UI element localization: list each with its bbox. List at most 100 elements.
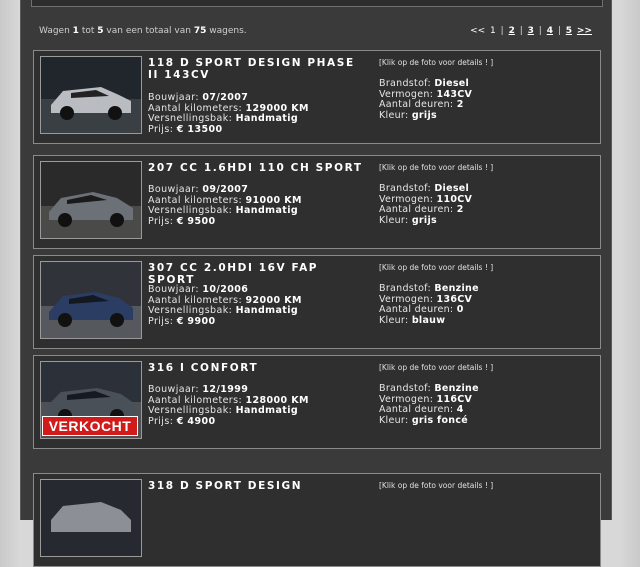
- price-value: € 4900: [176, 415, 216, 427]
- year-value: 07/2007: [202, 92, 249, 103]
- color-label: Kleur:: [379, 414, 409, 426]
- car-photo[interactable]: [40, 56, 142, 134]
- power-value: 116CV: [436, 393, 473, 405]
- details-hint[interactable]: [Klik op de foto voor details ! ]: [379, 263, 493, 272]
- pager-current-page: 1: [490, 26, 496, 36]
- top-box: [31, 0, 603, 7]
- details-hint[interactable]: [Klik op de foto voor details ! ]: [379, 363, 493, 372]
- car-title: 307 CC 2.0HDI 16V FAP SPORT: [148, 262, 319, 286]
- gear-value: Handmatig: [235, 305, 299, 317]
- pager-page-link[interactable]: 5: [566, 26, 572, 36]
- car-title: 316 I CONFORT: [148, 362, 259, 374]
- car-listing: 207 CC 1.6HDI 110 CH SPORT Bouwjaar: 09/…: [33, 155, 601, 249]
- gear-value: Handmatig: [235, 405, 299, 417]
- details-hint[interactable]: [Klik op de foto voor details ! ]: [379, 481, 493, 490]
- price-value: € 13500: [176, 123, 223, 135]
- year-value: 12/1999: [202, 384, 249, 395]
- pager-prev: <<: [470, 26, 486, 36]
- car-specs: Bouwjaar: 10/2006 Aantal kilometers: 920…: [148, 284, 302, 327]
- pager-separator: |: [500, 26, 504, 36]
- fuel-value: Benzine: [434, 383, 479, 394]
- doors-label: Aantal deuren:: [379, 204, 454, 216]
- km-label: Aantal kilometers:: [148, 194, 243, 206]
- gear-value: Handmatig: [235, 205, 299, 217]
- gear-label: Versnellingsbak:: [148, 205, 233, 217]
- km-value: 128000 KM: [245, 394, 309, 406]
- summary-total: 75: [193, 26, 207, 36]
- summary-text: tot: [81, 26, 95, 36]
- doors-value: 2: [456, 99, 464, 111]
- year-value: 10/2006: [202, 284, 249, 295]
- year-label: Bouwjaar:: [148, 184, 199, 195]
- summary-text: Wagen: [39, 26, 70, 36]
- car-title: 318 D SPORT DESIGN: [148, 480, 303, 492]
- fuel-value: Diesel: [434, 183, 470, 194]
- fuel-label: Brandstof:: [379, 78, 431, 89]
- gear-label: Versnellingsbak:: [148, 405, 233, 417]
- km-value: 92000 KM: [245, 294, 302, 306]
- power-value: 143CV: [436, 88, 473, 100]
- price-label: Prijs:: [148, 215, 174, 227]
- car-specs: Bouwjaar: 12/1999 Aantal kilometers: 128…: [148, 384, 309, 427]
- car-specs: Bouwjaar: 07/2007 Aantal kilometers: 129…: [148, 92, 309, 135]
- car-photo[interactable]: [40, 161, 142, 239]
- doors-value: 2: [456, 204, 464, 216]
- car-photo[interactable]: [40, 261, 142, 339]
- fuel-label: Brandstof:: [379, 183, 431, 194]
- car-listing: 118 D SPORT DESIGN PHASE II 143CV Bouwja…: [33, 50, 601, 144]
- fuel-value: Diesel: [434, 78, 470, 89]
- km-value: 129000 KM: [245, 102, 309, 114]
- car-details: Brandstof: Diesel Vermogen: 110CV Aantal…: [379, 183, 473, 226]
- pager-next[interactable]: >>: [577, 26, 592, 36]
- car-photo[interactable]: VERKOCHT: [40, 361, 142, 439]
- power-label: Vermogen:: [379, 293, 434, 305]
- color-value: grijs: [411, 109, 437, 121]
- color-label: Kleur:: [379, 214, 409, 226]
- price-label: Prijs:: [148, 415, 174, 427]
- pager-separator: |: [538, 26, 542, 36]
- listing-panel: Wagen 1 tot 5 van een totaal van 75 wage…: [20, 0, 612, 567]
- doors-label: Aantal deuren:: [379, 99, 454, 111]
- car-title: 207 CC 1.6HDI 110 CH SPORT: [148, 162, 363, 174]
- car-details: Brandstof: Diesel Vermogen: 143CV Aantal…: [379, 78, 473, 121]
- color-label: Kleur:: [379, 314, 409, 326]
- summary-text: van een totaal van: [106, 26, 191, 36]
- gear-value: Handmatig: [235, 113, 299, 125]
- summary-to: 5: [97, 26, 104, 36]
- gear-label: Versnellingsbak:: [148, 113, 233, 125]
- price-value: € 9900: [176, 315, 216, 327]
- results-summary: Wagen 1 tot 5 van een totaal van 75 wage…: [39, 26, 247, 36]
- year-label: Bouwjaar:: [148, 92, 199, 103]
- summary-from: 1: [72, 26, 79, 36]
- price-label: Prijs:: [148, 315, 174, 327]
- pagination: << 1 | 2 | 3 | 4 | 5 >>: [469, 26, 593, 36]
- power-label: Vermogen:: [379, 88, 434, 100]
- km-label: Aantal kilometers:: [148, 294, 243, 306]
- pager-page-link[interactable]: 3: [528, 26, 534, 36]
- car-listing: VERKOCHT 316 I CONFORT Bouwjaar: 12/1999…: [33, 355, 601, 449]
- power-value: 136CV: [436, 293, 473, 305]
- details-hint[interactable]: [Klik op de foto voor details ! ]: [379, 163, 493, 172]
- sold-badge: VERKOCHT: [42, 416, 138, 436]
- pager-page-link[interactable]: 4: [547, 26, 553, 36]
- power-label: Vermogen:: [379, 393, 434, 405]
- car-specs: Bouwjaar: 09/2007 Aantal kilometers: 910…: [148, 184, 302, 227]
- price-label: Prijs:: [148, 123, 174, 135]
- price-value: € 9500: [176, 215, 216, 227]
- details-hint[interactable]: [Klik op de foto voor details ! ]: [379, 58, 493, 67]
- pager-page-link[interactable]: 2: [509, 26, 515, 36]
- year-value: 09/2007: [202, 184, 249, 195]
- gear-label: Versnellingsbak:: [148, 305, 233, 317]
- power-value: 110CV: [436, 193, 473, 205]
- doors-label: Aantal deuren:: [379, 304, 454, 316]
- pager-separator: |: [519, 26, 523, 36]
- color-value: grijs: [411, 214, 437, 226]
- car-details: Brandstof: Benzine Vermogen: 116CV Aanta…: [379, 383, 479, 426]
- car-listing: 318 D SPORT DESIGN [Klik op de foto voor…: [33, 473, 601, 567]
- summary-text: wagens.: [209, 26, 247, 36]
- car-photo[interactable]: [40, 479, 142, 557]
- km-label: Aantal kilometers:: [148, 102, 243, 114]
- color-value: blauw: [411, 314, 446, 326]
- km-value: 91000 KM: [245, 194, 302, 206]
- color-label: Kleur:: [379, 109, 409, 121]
